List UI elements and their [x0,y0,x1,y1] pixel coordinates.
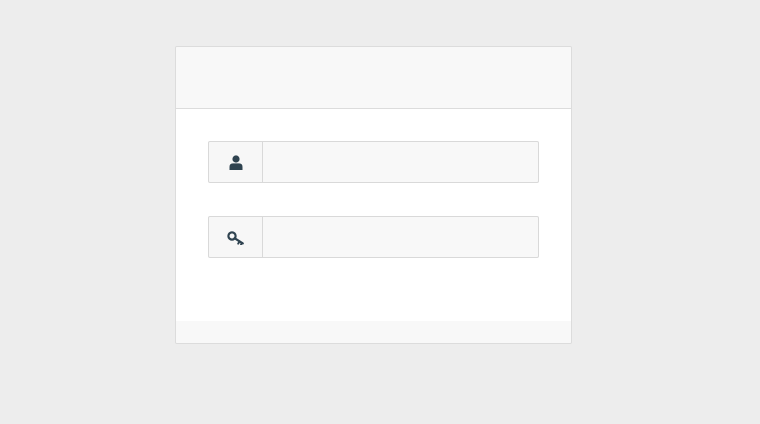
password-addon [208,216,263,258]
username-addon [208,141,263,183]
user-icon [229,154,243,170]
username-field[interactable] [263,141,539,183]
login-panel-header [176,47,571,109]
password-field[interactable] [263,216,539,258]
login-panel-footer [176,321,571,343]
password-input-group [208,216,539,258]
login-panel [175,46,572,344]
key-icon [226,230,245,245]
username-input-group [208,141,539,183]
